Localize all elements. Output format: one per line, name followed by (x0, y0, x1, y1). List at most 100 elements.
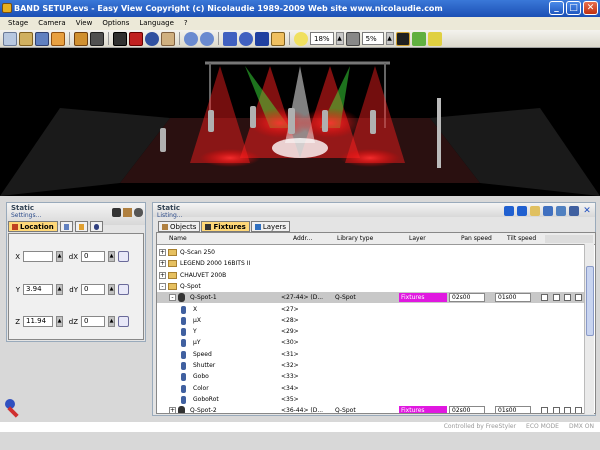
scrollbar-thumb[interactable] (586, 266, 594, 336)
menu-help[interactable]: ? (184, 17, 188, 30)
row-option-checkbox[interactable] (541, 407, 548, 413)
expand-toggle[interactable]: + (159, 260, 166, 268)
table-row[interactable]: Shutter <32> (157, 360, 585, 371)
table-row[interactable]: - Q-Spot-1 <27-44> (D... Q-Spot Fixtures 02s0… (157, 292, 585, 304)
brush-icon[interactable] (411, 31, 426, 46)
row-tilt-speed[interactable]: 01s00 (495, 293, 531, 303)
y-spinner[interactable]: ▲ (56, 284, 63, 295)
y-input[interactable]: 3.94 (23, 284, 53, 295)
table-row[interactable]: Gobo <33> (157, 371, 585, 382)
save-icon[interactable] (35, 31, 49, 46)
table-row[interactable]: Color <34> (157, 383, 585, 394)
z-spinner[interactable]: ▲ (56, 316, 63, 327)
row-layer[interactable]: Fixtures (399, 293, 447, 303)
tab-objects[interactable]: Objects (158, 221, 201, 232)
object-icon[interactable] (123, 208, 132, 217)
color-icon[interactable] (427, 31, 442, 46)
dx-spinner[interactable]: ▲ (108, 251, 115, 262)
table-row[interactable]: X <27> (157, 304, 585, 315)
open-icon[interactable] (19, 31, 33, 46)
col-layer[interactable]: Layer (409, 235, 426, 242)
table-row[interactable]: - Q-Spot (157, 281, 585, 292)
table-row[interactable]: Speed <31> (157, 349, 585, 360)
tab-rotate[interactable] (89, 221, 103, 232)
table-row[interactable]: + Q-Scan 250 (157, 247, 585, 258)
col-tilt-speed[interactable]: Tilt speed (507, 235, 536, 242)
tab-location[interactable]: Location (8, 221, 58, 232)
zoom-field[interactable]: 18% (310, 32, 334, 45)
zoom-spinner[interactable]: ▲ (335, 32, 344, 45)
menu-language[interactable]: Language (139, 17, 174, 30)
col-address[interactable]: Addr... (293, 235, 312, 242)
sphere-icon[interactable] (145, 31, 159, 46)
arrow-down-icon[interactable] (504, 206, 514, 216)
camera-icon[interactable] (569, 206, 579, 216)
expand-toggle[interactable]: + (169, 407, 176, 413)
row-option-checkbox[interactable] (575, 407, 582, 413)
x-link-icon[interactable] (118, 251, 129, 262)
scale-icon[interactable] (271, 31, 285, 46)
menu-stage[interactable]: Stage (8, 17, 28, 30)
move-icon[interactable] (255, 31, 269, 46)
cube-icon[interactable] (161, 31, 175, 46)
expand-toggle[interactable]: - (169, 294, 176, 302)
y-link-icon[interactable] (118, 284, 129, 295)
row-option-checkbox[interactable] (553, 294, 560, 302)
table-row[interactable]: + LEGEND 2000 16BITS II (157, 258, 585, 269)
truss-icon[interactable] (129, 31, 143, 46)
group-icon[interactable] (134, 208, 143, 217)
dz-spinner[interactable]: ▲ (108, 316, 115, 327)
maximize-button[interactable]: □ (566, 1, 581, 15)
table-row[interactable]: + Q-Spot-2 <36-44> (D... Q-Spot Fixtures 02s0… (157, 405, 585, 413)
table-row[interactable]: µY <30> (157, 337, 585, 348)
dy-spinner[interactable]: ▲ (108, 284, 115, 295)
rotate-icon[interactable] (239, 31, 253, 46)
grid-icon[interactable] (345, 31, 360, 46)
light-icon[interactable] (294, 31, 308, 46)
arrow-up-icon[interactable] (517, 206, 527, 216)
tab-color[interactable] (74, 221, 88, 232)
row-option-checkbox[interactable] (564, 294, 571, 302)
row-option-checkbox[interactable] (553, 407, 560, 413)
x-spinner[interactable]: ▲ (56, 251, 63, 262)
dx-input[interactable]: 0 (81, 251, 105, 262)
x-input[interactable] (23, 251, 53, 262)
wrench-icon[interactable] (4, 398, 24, 418)
grid-field[interactable]: 5% (361, 32, 384, 45)
row-option-checkbox[interactable] (575, 294, 582, 302)
camera-icon[interactable] (90, 31, 104, 46)
new-icon[interactable] (3, 31, 17, 46)
window-titlebar[interactable]: BAND SETUP.evs - Easy View Copyright (c)… (0, 0, 600, 17)
table-row[interactable]: Y <29> (157, 326, 585, 337)
menu-view[interactable]: View (76, 17, 93, 30)
table-row[interactable]: + CHAUVET 200B (157, 270, 585, 281)
dmx-icon[interactable] (113, 31, 127, 46)
expand-toggle[interactable]: + (159, 249, 166, 256)
col-name[interactable]: Name (169, 235, 187, 242)
select-icon[interactable] (223, 31, 237, 46)
z-input[interactable]: 11.94 (23, 316, 53, 327)
expand-toggle[interactable]: - (159, 282, 166, 290)
row-layer[interactable]: Fixtures (399, 406, 447, 413)
close-button[interactable]: ✕ (583, 1, 598, 15)
row-pan-speed[interactable]: 02s00 (449, 406, 485, 413)
z-link-icon[interactable] (118, 316, 129, 327)
tab-pencil[interactable] (59, 221, 73, 232)
col-library-type[interactable]: Library type (337, 235, 373, 242)
dz-input[interactable]: 0 (81, 316, 105, 327)
copy-icon[interactable] (543, 206, 553, 216)
new-folder-icon[interactable] (530, 206, 540, 216)
expand-toggle[interactable]: + (159, 271, 166, 279)
menu-options[interactable]: Options (102, 17, 129, 30)
grid-spinner[interactable]: ▲ (385, 32, 394, 45)
redo-icon[interactable] (200, 31, 214, 46)
minimize-button[interactable]: _ (549, 1, 564, 15)
table-row[interactable]: µX <28> (157, 315, 585, 326)
fixture-icon[interactable] (112, 208, 121, 217)
delete-icon[interactable]: ✕ (582, 206, 592, 216)
column-options-icons[interactable] (545, 235, 593, 243)
undo-icon[interactable] (184, 31, 198, 46)
tab-fixtures[interactable]: Fixtures (201, 221, 250, 232)
row-option-checkbox[interactable] (564, 407, 571, 413)
row-tilt-speed[interactable]: 01s00 (495, 406, 531, 413)
